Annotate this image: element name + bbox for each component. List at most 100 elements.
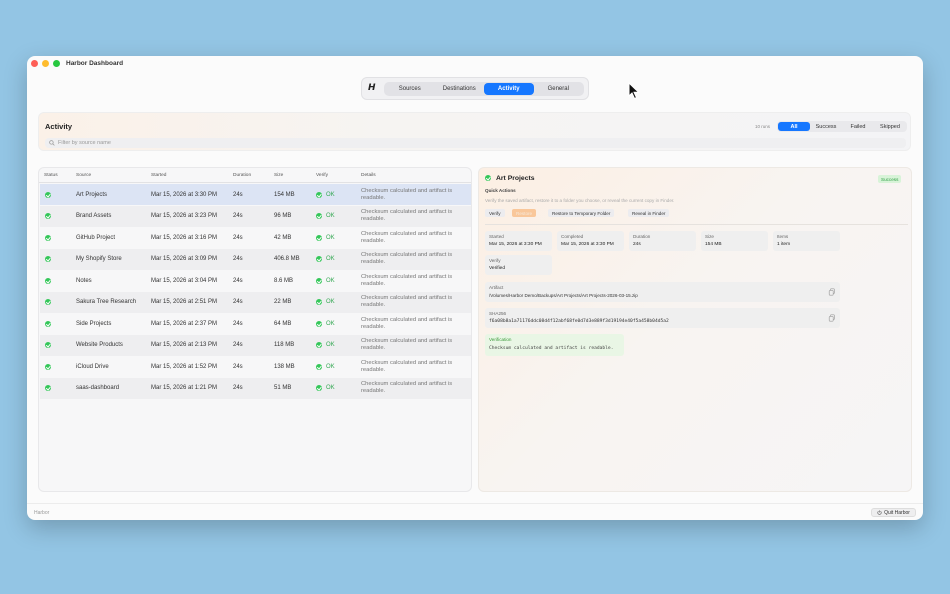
status-cell bbox=[45, 184, 51, 205]
column-header-size[interactable]: Size bbox=[274, 168, 283, 182]
restore-temp-folder-button[interactable]: Restore to Temporary Folder bbox=[548, 209, 615, 217]
power-icon bbox=[877, 510, 882, 515]
source-cell: Notes bbox=[76, 277, 92, 284]
success-icon bbox=[45, 256, 51, 263]
source-cell: GitHub Project bbox=[76, 234, 116, 241]
started-cell: Mar 15, 2026 at 1:21 PM bbox=[151, 385, 218, 392]
verify-status: OK bbox=[326, 385, 335, 392]
filter-skipped[interactable]: Skipped bbox=[874, 122, 906, 131]
verify-status: OK bbox=[326, 256, 335, 263]
minimize-window-button[interactable] bbox=[42, 60, 49, 67]
started-cell: Mar 15, 2026 at 3:09 PM bbox=[151, 256, 218, 263]
tab-general[interactable]: General bbox=[534, 83, 584, 95]
started-cell: Mar 15, 2026 at 2:13 PM bbox=[151, 342, 218, 349]
success-status-icon bbox=[485, 175, 491, 181]
table-row[interactable]: Website Products Mar 15, 2026 at 2:13 PM 2… bbox=[40, 334, 471, 356]
duration-cell: 24s bbox=[233, 213, 243, 220]
table-row[interactable]: GitHub Project Mar 15, 2026 at 3:16 PM 24s… bbox=[40, 227, 471, 248]
success-icon bbox=[45, 299, 51, 306]
table-row[interactable]: Sakura Tree Research Mar 15, 2026 at 2:51… bbox=[40, 291, 471, 313]
tab-destinations[interactable]: Destinations bbox=[435, 83, 485, 95]
table-row[interactable]: Art Projects Mar 15, 2026 at 3:30 PM 24s 15… bbox=[40, 184, 471, 206]
details-cell: Checksum calculated and artifact is read… bbox=[361, 249, 466, 270]
size-cell: 22 MB bbox=[274, 299, 292, 306]
details-text: Checksum calculated and artifact is read… bbox=[361, 273, 453, 287]
search-input[interactable] bbox=[58, 140, 258, 146]
quit-button[interactable]: Quit Harbor bbox=[871, 508, 916, 517]
details-text: Checksum calculated and artifact is read… bbox=[361, 230, 453, 244]
card-value: 1 item bbox=[777, 242, 791, 247]
verified-icon bbox=[316, 363, 322, 370]
duration-cell: 24s bbox=[233, 385, 243, 392]
details-text: Checksum calculated and artifact is read… bbox=[361, 338, 453, 352]
top-navigation: H Sources Destinations Activity General bbox=[361, 77, 589, 100]
started-cell: Mar 15, 2026 at 3:04 PM bbox=[151, 277, 218, 284]
details-cell: Checksum calculated and artifact is read… bbox=[361, 378, 466, 399]
size-cell: 96 MB bbox=[274, 213, 292, 220]
items-card: Items 1 item bbox=[773, 231, 840, 251]
details-text: Checksum calculated and artifact is read… bbox=[361, 359, 453, 373]
success-icon bbox=[45, 234, 51, 241]
success-icon bbox=[45, 342, 51, 349]
success-icon bbox=[45, 363, 51, 370]
card-label: Verify bbox=[489, 258, 501, 263]
table-row[interactable]: iCloud Drive Mar 15, 2026 at 1:52 PM 24s 13… bbox=[40, 356, 471, 377]
table-row[interactable]: saas-dashboard Mar 15, 2026 at 1:21 PM 24s… bbox=[40, 377, 471, 399]
card-value: Mar 15, 2026 at 3:30 PM bbox=[489, 242, 542, 247]
column-header-status[interactable]: Status bbox=[44, 168, 58, 182]
verify-cell: OK bbox=[316, 184, 335, 205]
size-cell: 64 MB bbox=[274, 320, 292, 327]
copy-icon[interactable] bbox=[828, 288, 836, 296]
nav-tabs: Sources Destinations Activity General bbox=[384, 82, 584, 96]
column-header-source[interactable]: Source bbox=[76, 168, 91, 182]
status-cell bbox=[45, 335, 51, 356]
source-cell: Side Projects bbox=[76, 320, 112, 327]
activity-table: Status Source Started Duration Size Veri… bbox=[38, 167, 472, 492]
search-bar bbox=[45, 138, 906, 148]
filter-failed[interactable]: Failed bbox=[842, 122, 874, 131]
verify-status: OK bbox=[326, 234, 335, 241]
copy-icon[interactable] bbox=[828, 314, 836, 322]
restore-button[interactable]: Restore bbox=[512, 209, 537, 217]
table-row[interactable]: Notes Mar 15, 2026 at 3:04 PM 24s 8.6 MB OK C… bbox=[40, 270, 471, 291]
sha256-value: f6a08b8a1a71176ddc08d4f12abf68fe0d7d3e88… bbox=[489, 319, 669, 324]
verify-status: OK bbox=[326, 191, 335, 198]
verify-status: OK bbox=[326, 213, 335, 220]
column-header-duration[interactable]: Duration bbox=[233, 168, 251, 182]
reveal-in-finder-button[interactable]: Reveal in Finder bbox=[628, 209, 670, 217]
tab-activity[interactable]: Activity bbox=[484, 83, 534, 95]
table-row[interactable]: Brand Assets Mar 15, 2026 at 3:23 PM 24s 96… bbox=[40, 205, 471, 227]
status-cell bbox=[45, 378, 51, 399]
maximize-window-button[interactable] bbox=[53, 60, 60, 67]
filter-success[interactable]: Success bbox=[810, 122, 842, 131]
verify-card: Verify Verified bbox=[485, 255, 552, 275]
column-header-details[interactable]: Details bbox=[361, 168, 376, 182]
status-filter: All Success Failed Skipped bbox=[777, 121, 907, 132]
duration-cell: 24s bbox=[233, 320, 243, 327]
size-cell: 51 MB bbox=[274, 385, 292, 392]
verify-button[interactable]: Verify bbox=[485, 209, 505, 217]
close-window-button[interactable] bbox=[31, 60, 38, 67]
source-cell: My Shopify Store bbox=[76, 256, 122, 263]
divider bbox=[485, 224, 908, 225]
column-header-started[interactable]: Started bbox=[151, 168, 166, 182]
table-row[interactable]: My Shopify Store Mar 15, 2026 at 3:09 PM 2… bbox=[40, 248, 471, 270]
verify-cell: OK bbox=[316, 356, 335, 377]
details-cell: Checksum calculated and artifact is read… bbox=[361, 356, 466, 377]
size-cell: 154 MB bbox=[274, 191, 295, 198]
source-cell: Brand Assets bbox=[76, 213, 112, 220]
verify-cell: OK bbox=[316, 335, 335, 356]
size-cell: 8.6 MB bbox=[274, 277, 294, 284]
table-row[interactable]: Side Projects Mar 15, 2026 at 2:37 PM 24s 6… bbox=[40, 313, 471, 334]
verify-cell: OK bbox=[316, 292, 335, 313]
card-value: 154 MB bbox=[705, 242, 722, 247]
footer-app-name: Harbor bbox=[34, 510, 50, 516]
tab-sources[interactable]: Sources bbox=[385, 83, 435, 95]
artifact-path: /Volumes/Harbor Demo/Backups/Art Project… bbox=[489, 293, 638, 298]
duration-card: Duration 24s bbox=[629, 231, 696, 251]
verified-icon bbox=[316, 385, 322, 392]
column-header-verify[interactable]: Verify bbox=[316, 168, 328, 182]
verify-cell: OK bbox=[316, 313, 335, 334]
filter-all[interactable]: All bbox=[778, 122, 810, 131]
size-cell: 42 MB bbox=[274, 234, 292, 241]
